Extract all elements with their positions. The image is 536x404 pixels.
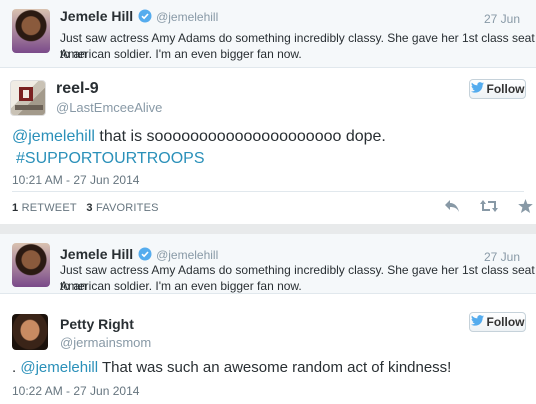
author-handle[interactable]: @jemelehill (156, 248, 218, 262)
context-text-line2: American soldier. I'm an even bigger fan… (60, 279, 302, 293)
context-tweet-2[interactable]: Jemele Hill @jemelehill 27 Jun Just saw … (0, 234, 536, 294)
follow-button[interactable]: Follow (469, 79, 526, 99)
follow-button[interactable]: Follow (469, 312, 526, 332)
tweet-timestamp[interactable]: 10:21 AM - 27 Jun 2014 (12, 173, 139, 187)
tweet-actions (444, 199, 533, 218)
avatar-graphic-icon (15, 87, 43, 110)
author-name[interactable]: Jemele Hill (60, 8, 133, 24)
tweet-card-1: Jemele Hill @jemelehill 27 Jun Just saw … (0, 0, 536, 224)
tweet-stats: 1 RETWEET 3 FAVORITES (12, 202, 159, 214)
mention-link[interactable]: @jemelehill (20, 359, 98, 376)
mention-link[interactable]: @jemelehill (12, 128, 95, 145)
bird-icon (470, 315, 484, 329)
follow-label: Follow (486, 82, 525, 96)
verified-icon (138, 9, 152, 28)
avatar[interactable] (12, 243, 50, 287)
tweet-screenshot: Jemele Hill @jemelehill 27 Jun Just saw … (0, 0, 536, 404)
reply-icon[interactable] (444, 199, 460, 218)
tweet-card-2: Jemele Hill @jemelehill 27 Jun Just saw … (0, 234, 536, 404)
hashtag-link[interactable]: #SUPPORTOURTROOPS (12, 150, 205, 167)
tweet-date[interactable]: 27 Jun (484, 12, 520, 26)
author-handle[interactable]: @jemelehill (156, 10, 218, 24)
context-text-line2: American soldier. I'm an even bigger fan… (60, 47, 302, 61)
author-handle[interactable]: @jermainsmom (60, 335, 151, 350)
tweet-body: that is sooooooooooooooooooooo dope. (94, 128, 386, 145)
avatar[interactable] (10, 80, 46, 116)
author-name[interactable]: reel-9 (56, 80, 99, 98)
avatar[interactable] (12, 314, 48, 350)
star-icon[interactable] (518, 199, 533, 218)
favorite-count[interactable]: 3 (86, 202, 92, 214)
divider (12, 191, 524, 192)
tweet-body: That was such an awesome random act of k… (98, 359, 452, 376)
avatar[interactable] (12, 9, 50, 53)
follow-label: Follow (486, 315, 525, 329)
retweet-count[interactable]: 1 (12, 202, 18, 214)
author-name[interactable]: Petty Right (60, 316, 134, 332)
retweet-label[interactable]: RETWEET (22, 202, 77, 214)
author-handle[interactable]: @LastEmceeAlive (56, 100, 162, 115)
context-tweet-1[interactable]: Jemele Hill @jemelehill 27 Jun Just saw … (0, 0, 536, 68)
retweet-icon[interactable] (480, 199, 498, 218)
tweet-text: . @jemelehill That was such an awesome r… (12, 357, 522, 379)
tweet-timestamp[interactable]: 10:22 AM - 27 Jun 2014 (12, 384, 139, 398)
favorite-label[interactable]: FAVORITES (96, 202, 159, 214)
tweet-text: @jemelehill that is sooooooooooooooooooo… (12, 126, 512, 170)
bird-icon (470, 82, 484, 96)
author-name[interactable]: Jemele Hill (60, 246, 133, 262)
